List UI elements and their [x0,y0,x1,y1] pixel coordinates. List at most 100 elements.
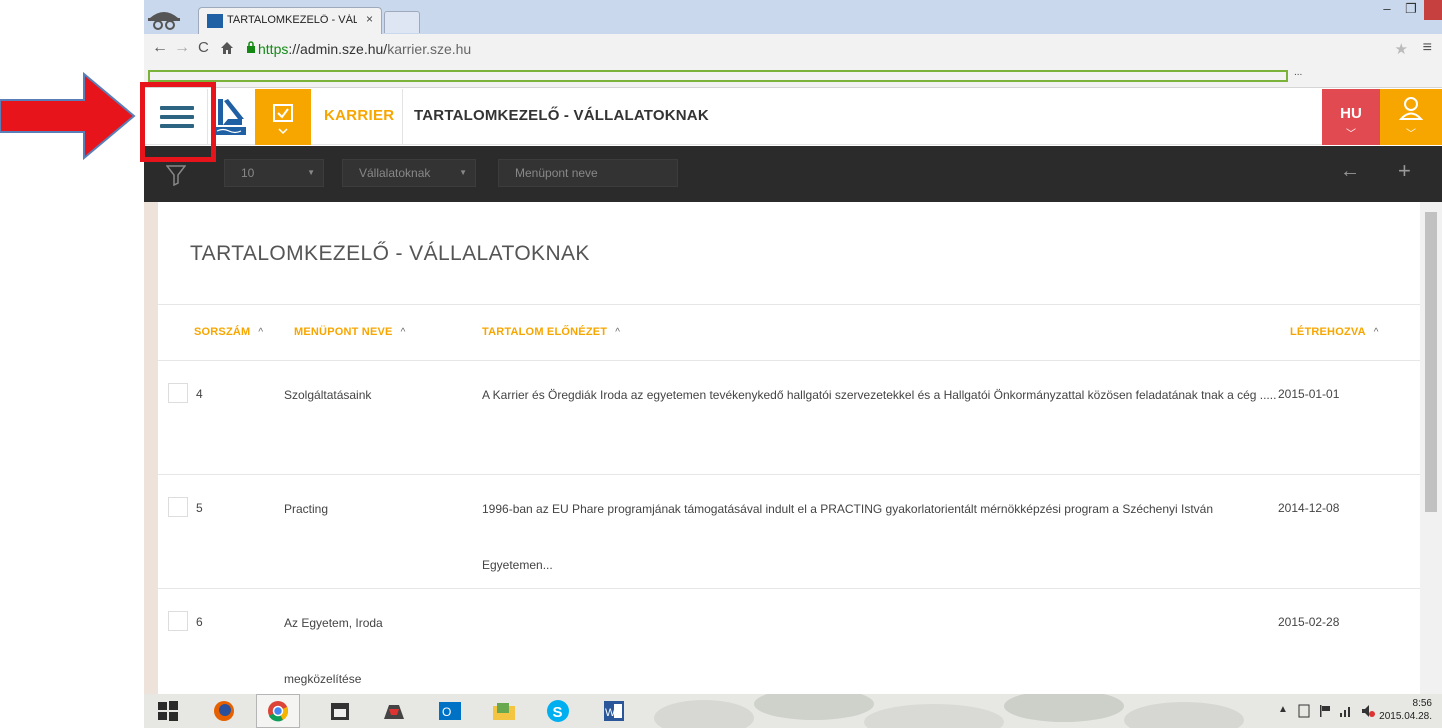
signal-icon[interactable] [1338,703,1354,719]
university-logo [216,99,246,135]
language-selector[interactable]: HU ﹀ [1322,89,1380,145]
user-menu-button[interactable]: ﹀ [1380,89,1442,145]
app-header: KARRIER TARTALOMKEZELŐ - VÁLLALATOKNAK H… [144,89,1442,145]
new-tab-button[interactable] [384,11,420,33]
row-checkbox[interactable] [168,497,188,517]
svg-text:W: W [605,707,616,719]
window-minimize-button[interactable]: – [1376,0,1398,20]
taskbar-media-player[interactable] [318,694,362,728]
category-value: Vállalatoknak [359,166,431,180]
taskbar-file-explorer[interactable] [482,694,526,728]
filter-funnel-icon[interactable] [166,164,186,186]
page-size-value: 10 [241,166,255,180]
caret-down-icon: ▼ [459,168,467,177]
start-button[interactable] [146,694,190,728]
volume-muted-icon[interactable] [1360,703,1376,719]
app-name[interactable]: KARRIER [324,107,394,124]
clock-time: 8:56 [1412,698,1432,709]
divider [158,304,1420,305]
filter-bar: 10 ▼ Vállalatoknak ▼ Menüpont neve ← + [144,146,1442,202]
taskbar-scanner[interactable] [372,694,416,728]
wallpaper-pebbles [654,694,1244,728]
tab-close-icon[interactable]: × [366,12,373,26]
tab-title: TARTALOMKEZELŐ - VÁLL [227,14,357,26]
browser-toolbar: ← → C https://admin.sze.hu/karrier.sze.h… [144,34,1442,64]
flag-icon[interactable] [1318,703,1332,719]
back-arrow-icon[interactable]: ← [1340,160,1360,183]
window-maximize-button[interactable]: ❐ [1400,0,1422,20]
browser-window: TARTALOMKEZELŐ - VÁLL × – ❐ ✕ ← → C http… [144,0,1442,694]
table-row[interactable]: 6 Az Egyetem, Iroda megközelítése 2015-0… [158,589,1420,694]
column-header-preview[interactable]: TARTALOM ELŐNÉZET ^ [482,326,620,338]
taskbar-skype[interactable]: S [536,694,580,728]
bookmark-star-icon[interactable]: ★ [1395,40,1408,58]
row-menu-name: Az Egyetem, Iroda megközelítése [284,616,383,686]
taskbar-clock[interactable]: 8:56 2015.04.28. [1379,697,1432,723]
back-arrow-icon[interactable]: ← [152,39,168,57]
svg-text:S: S [553,704,563,721]
hamburger-menu-icon[interactable] [144,89,208,145]
sort-up-icon: ^ [1373,327,1379,338]
taskbar-word[interactable]: W [592,694,636,728]
add-icon[interactable]: + [1398,158,1411,184]
site-favicon-icon [207,14,223,28]
app-switcher-button[interactable] [255,89,311,145]
sort-up-icon: ^ [258,327,264,338]
url-path: karrier.sze.hu [387,41,472,57]
row-preview: A Karrier és Öregdiák Iroda az egyetemen… [482,388,1277,402]
window-close-button[interactable]: ✕ [1424,0,1442,20]
url-scheme: https [258,41,289,57]
browser-menu-icon[interactable]: ≡ [1423,39,1432,57]
category-select[interactable]: Vállalatoknak ▼ [342,159,476,187]
page-size-select[interactable]: 10 ▼ [224,159,324,187]
taskbar-chrome[interactable] [256,694,300,728]
firefox-icon [214,701,234,721]
browser-tab[interactable]: TARTALOMKEZELŐ - VÁLL × [198,7,382,34]
table-row[interactable]: 5 Practing 1996-ban az EU Phare programj… [158,475,1420,589]
row-preview: 1996-ban az EU Phare programjának támoga… [482,502,1214,572]
row-number: 4 [196,387,203,401]
page-title: TARTALOMKEZELŐ - VÁLLALATOKNAK [190,242,590,265]
chrome-icon [268,701,288,722]
url-host: ://admin.sze.hu/ [288,41,388,57]
tray-expand-icon[interactable]: ▲ [1278,704,1288,715]
column-header-label: LÉTREHOZVA [1290,326,1366,338]
column-header-number[interactable]: SORSZÁM ^ [194,326,263,338]
chevron-down-icon: ﹀ [1346,129,1356,140]
header-divider [402,89,403,145]
user-icon [1398,97,1424,120]
scrollbar-thumb[interactable] [1425,212,1437,512]
row-number: 6 [196,615,203,629]
row-created: 2014-12-08 [1278,501,1340,515]
annotation-arrow-icon [0,71,136,161]
bookmarks-bar: ... [144,64,1442,88]
content-card: TARTALOMKEZELŐ - VÁLLALATOKNAK SORSZÁM ^ … [158,202,1420,694]
windows-logo-icon [158,701,178,721]
caret-down-icon: ▼ [307,168,315,177]
sort-up-icon: ^ [615,327,621,338]
folder-icon [493,703,515,720]
column-header-created[interactable]: LÉTREHOZVA ^ [1290,326,1379,338]
system-tray: ▲ 8:56 2015.04.28. [1238,694,1438,728]
menu-name-search-input[interactable]: Menüpont neve [498,159,678,187]
address-bar[interactable]: https://admin.sze.hu/karrier.sze.hu [258,41,471,57]
row-menu-name: Szolgáltatásaink [284,388,372,402]
table-row[interactable]: 4 Szolgáltatásaink A Karrier és Öregdiák… [158,361,1420,475]
column-header-menu-name[interactable]: MENÜPONT NEVE ^ [294,326,405,338]
scrollbar[interactable] [1420,202,1442,694]
row-checkbox[interactable] [168,383,188,403]
media-player-icon [331,703,349,720]
taskbar-firefox[interactable] [202,694,246,728]
row-created: 2015-01-01 [1278,387,1340,401]
row-checkbox[interactable] [168,611,188,631]
windows-taskbar: O S W ▲ 8:56 2015.04.28. [144,694,1442,728]
forward-arrow-icon[interactable]: → [174,39,190,57]
bookmarks-more[interactable]: ... [1294,67,1302,78]
taskbar-outlook[interactable]: O [428,694,472,728]
incognito-icon [148,12,180,30]
home-icon[interactable] [220,41,234,55]
column-header-label: SORSZÁM [194,326,251,338]
row-created: 2015-02-28 [1278,615,1340,629]
battery-icon[interactable] [1296,703,1312,719]
reload-icon[interactable]: C [198,39,209,56]
